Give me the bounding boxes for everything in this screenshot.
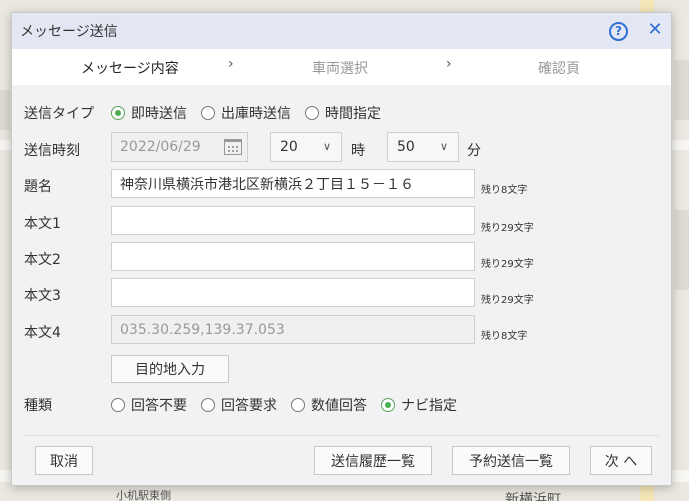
radio-empty-icon xyxy=(305,106,319,120)
send-date-field[interactable]: 2022/06/29 xyxy=(111,132,220,162)
send-type-radio-group: 即時送信 出庫時送信 時間指定 xyxy=(111,103,395,123)
radio-empty-icon xyxy=(201,398,215,412)
body1-remaining: 残り29文字 xyxy=(481,223,534,234)
body2-label: 本文2 xyxy=(24,252,61,268)
body3-input[interactable] xyxy=(111,278,475,307)
calendar-button[interactable] xyxy=(218,132,248,162)
step-indicator: メッセージ内容 › 車両選択 › 確認頁 xyxy=(12,49,671,85)
kind-radio-group: 回答不要 回答要求 数値回答 ナビ指定 xyxy=(111,395,471,415)
minute-select[interactable]: 50 ∨ xyxy=(387,132,459,162)
help-icon[interactable]: ? xyxy=(609,22,628,41)
body3-label: 本文3 xyxy=(24,288,61,304)
radio-no-reply[interactable]: 回答不要 xyxy=(111,395,187,415)
destination-input-button[interactable]: 目的地入力 xyxy=(111,355,229,383)
body4-input: 035.30.259,139.37.053 xyxy=(111,315,475,344)
map-label-station: 小机駅東側 xyxy=(116,489,171,501)
subject-input[interactable]: 神奈川県横浜市港北区新横浜２丁目１５－１６ xyxy=(111,169,475,198)
map-label-area: 新横浜町 xyxy=(505,492,561,501)
body2-remaining: 残り29文字 xyxy=(481,259,534,270)
body4-remaining: 残り8文字 xyxy=(481,331,528,342)
step-vehicle-select: 車両選択 xyxy=(312,61,368,77)
message-form: 送信タイプ 即時送信 出庫時送信 時間指定 送信時刻 2022/06/29 20… xyxy=(12,85,671,435)
dialog-titlebar: メッセージ送信 ? ✕ xyxy=(12,13,671,49)
body4-label: 本文4 xyxy=(24,325,61,341)
step-separator-icon: › xyxy=(446,56,452,72)
step-separator-icon: › xyxy=(228,56,234,72)
radio-navi[interactable]: ナビ指定 xyxy=(381,395,457,415)
chevron-down-icon: ∨ xyxy=(439,140,448,153)
radio-on-departure[interactable]: 出庫時送信 xyxy=(201,103,291,123)
chevron-down-icon: ∨ xyxy=(322,140,331,153)
body1-input[interactable] xyxy=(111,206,475,235)
footer-divider xyxy=(24,435,659,436)
send-type-label: 送信タイプ xyxy=(24,106,94,122)
step-confirm: 確認頁 xyxy=(538,61,580,77)
send-time-label: 送信時刻 xyxy=(24,143,80,159)
body2-input[interactable] xyxy=(111,242,475,271)
radio-numeric-reply[interactable]: 数値回答 xyxy=(291,395,367,415)
radio-selected-icon xyxy=(381,398,395,412)
body3-remaining: 残り29文字 xyxy=(481,295,534,306)
message-send-dialog: メッセージ送信 ? ✕ メッセージ内容 › 車両選択 › 確認頁 送信タイプ 即… xyxy=(11,12,672,486)
radio-reply-required[interactable]: 回答要求 xyxy=(201,395,277,415)
scheduled-list-button[interactable]: 予約送信一覧 xyxy=(452,446,570,475)
minute-unit: 分 xyxy=(467,143,481,159)
dialog-title: メッセージ送信 xyxy=(20,24,118,40)
close-icon[interactable]: ✕ xyxy=(645,20,665,40)
hour-unit: 時 xyxy=(351,143,365,159)
radio-empty-icon xyxy=(111,398,125,412)
subject-remaining: 残り8文字 xyxy=(481,185,528,196)
send-history-button[interactable]: 送信履歴一覧 xyxy=(314,446,432,475)
radio-scheduled[interactable]: 時間指定 xyxy=(305,103,381,123)
step-message-content: メッセージ内容 xyxy=(81,61,179,77)
kind-label: 種類 xyxy=(24,398,52,414)
radio-empty-icon xyxy=(291,398,305,412)
radio-selected-icon xyxy=(111,106,125,120)
body1-label: 本文1 xyxy=(24,216,61,232)
hour-select[interactable]: 20 ∨ xyxy=(270,132,342,162)
radio-immediate[interactable]: 即時送信 xyxy=(111,103,187,123)
calendar-icon xyxy=(223,139,242,155)
subject-label: 題名 xyxy=(24,179,52,195)
radio-empty-icon xyxy=(201,106,215,120)
next-button[interactable]: 次 へ xyxy=(590,446,652,475)
cancel-button[interactable]: 取消 xyxy=(35,446,93,475)
